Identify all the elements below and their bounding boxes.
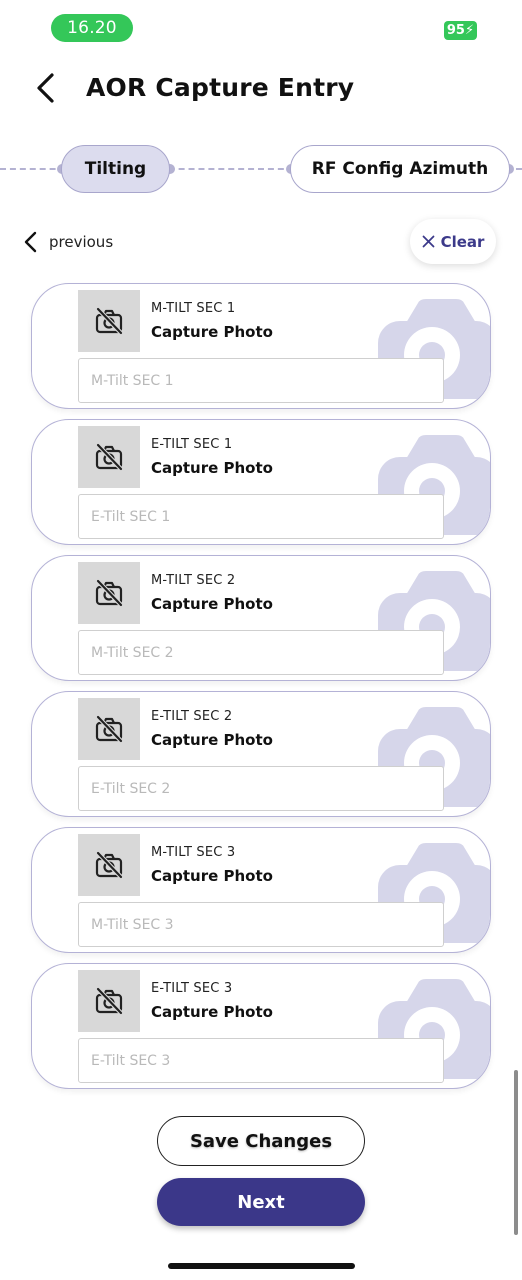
page-title: AOR Capture Entry	[86, 73, 355, 102]
no-photo-icon	[95, 307, 123, 335]
card-label: M-TILT SEC 1	[151, 301, 236, 316]
save-changes-button[interactable]: Save Changes	[157, 1116, 365, 1166]
no-photo-icon	[95, 579, 123, 607]
card-label: M-TILT SEC 3	[151, 845, 236, 860]
capture-photo-button[interactable]	[78, 970, 140, 1032]
card-label: M-TILT SEC 2	[151, 573, 236, 588]
card-text-input[interactable]	[78, 1038, 444, 1083]
capture-card: M-TILT SEC 1 Capture Photo	[31, 283, 491, 409]
capture-photo-label[interactable]: Capture Photo	[151, 731, 273, 749]
chevron-left-icon	[24, 231, 37, 253]
battery-indicator: 95⚡	[444, 21, 477, 40]
card-text-input[interactable]	[78, 630, 444, 675]
no-photo-icon	[95, 443, 123, 471]
step-tilting[interactable]: Tilting	[61, 145, 170, 193]
previous-label: previous	[49, 233, 114, 251]
close-icon	[422, 235, 434, 248]
clear-button[interactable]: Clear	[410, 219, 496, 264]
card-text-input[interactable]	[78, 494, 444, 539]
capture-photo-label[interactable]: Capture Photo	[151, 1003, 273, 1021]
capture-card: E-TILT SEC 1 Capture Photo	[31, 419, 491, 545]
capture-photo-label[interactable]: Capture Photo	[151, 867, 273, 885]
capture-photo-button[interactable]	[78, 290, 140, 352]
capture-photo-label[interactable]: Capture Photo	[151, 595, 273, 613]
card-text-input[interactable]	[78, 902, 444, 947]
capture-card: M-TILT SEC 3 Capture Photo	[31, 827, 491, 953]
capture-photo-button[interactable]	[78, 698, 140, 760]
card-label: E-TILT SEC 1	[151, 437, 233, 452]
card-label: E-TILT SEC 3	[151, 981, 233, 996]
capture-photo-label[interactable]: Capture Photo	[151, 323, 273, 341]
no-photo-icon	[95, 987, 123, 1015]
battery-level: 95	[446, 23, 465, 38]
previous-link[interactable]: previous	[22, 228, 113, 256]
capture-card-list: M-TILT SEC 1 Capture Photo E-TILT SEC 1 …	[31, 283, 491, 1099]
capture-photo-label[interactable]: Capture Photo	[151, 459, 273, 477]
capture-photo-button[interactable]	[78, 562, 140, 624]
card-text-input[interactable]	[78, 766, 444, 811]
capture-photo-button[interactable]	[78, 426, 140, 488]
back-arrow-icon[interactable]	[30, 70, 66, 106]
no-photo-icon	[95, 851, 123, 879]
capture-card: E-TILT SEC 2 Capture Photo	[31, 691, 491, 817]
card-text-input[interactable]	[78, 358, 444, 403]
status-time: 16.20	[51, 14, 133, 42]
card-label: E-TILT SEC 2	[151, 709, 233, 724]
scrollbar[interactable]	[514, 1070, 518, 1235]
capture-card: M-TILT SEC 2 Capture Photo	[31, 555, 491, 681]
capture-card: E-TILT SEC 3 Capture Photo	[31, 963, 491, 1089]
home-indicator	[168, 1263, 355, 1269]
next-button[interactable]: Next	[157, 1178, 365, 1226]
no-photo-icon	[95, 715, 123, 743]
clear-label: Clear	[440, 232, 485, 251]
capture-photo-button[interactable]	[78, 834, 140, 896]
charging-icon: ⚡	[464, 23, 475, 38]
step-rf-config-azimuth[interactable]: RF Config Azimuth	[290, 145, 510, 193]
